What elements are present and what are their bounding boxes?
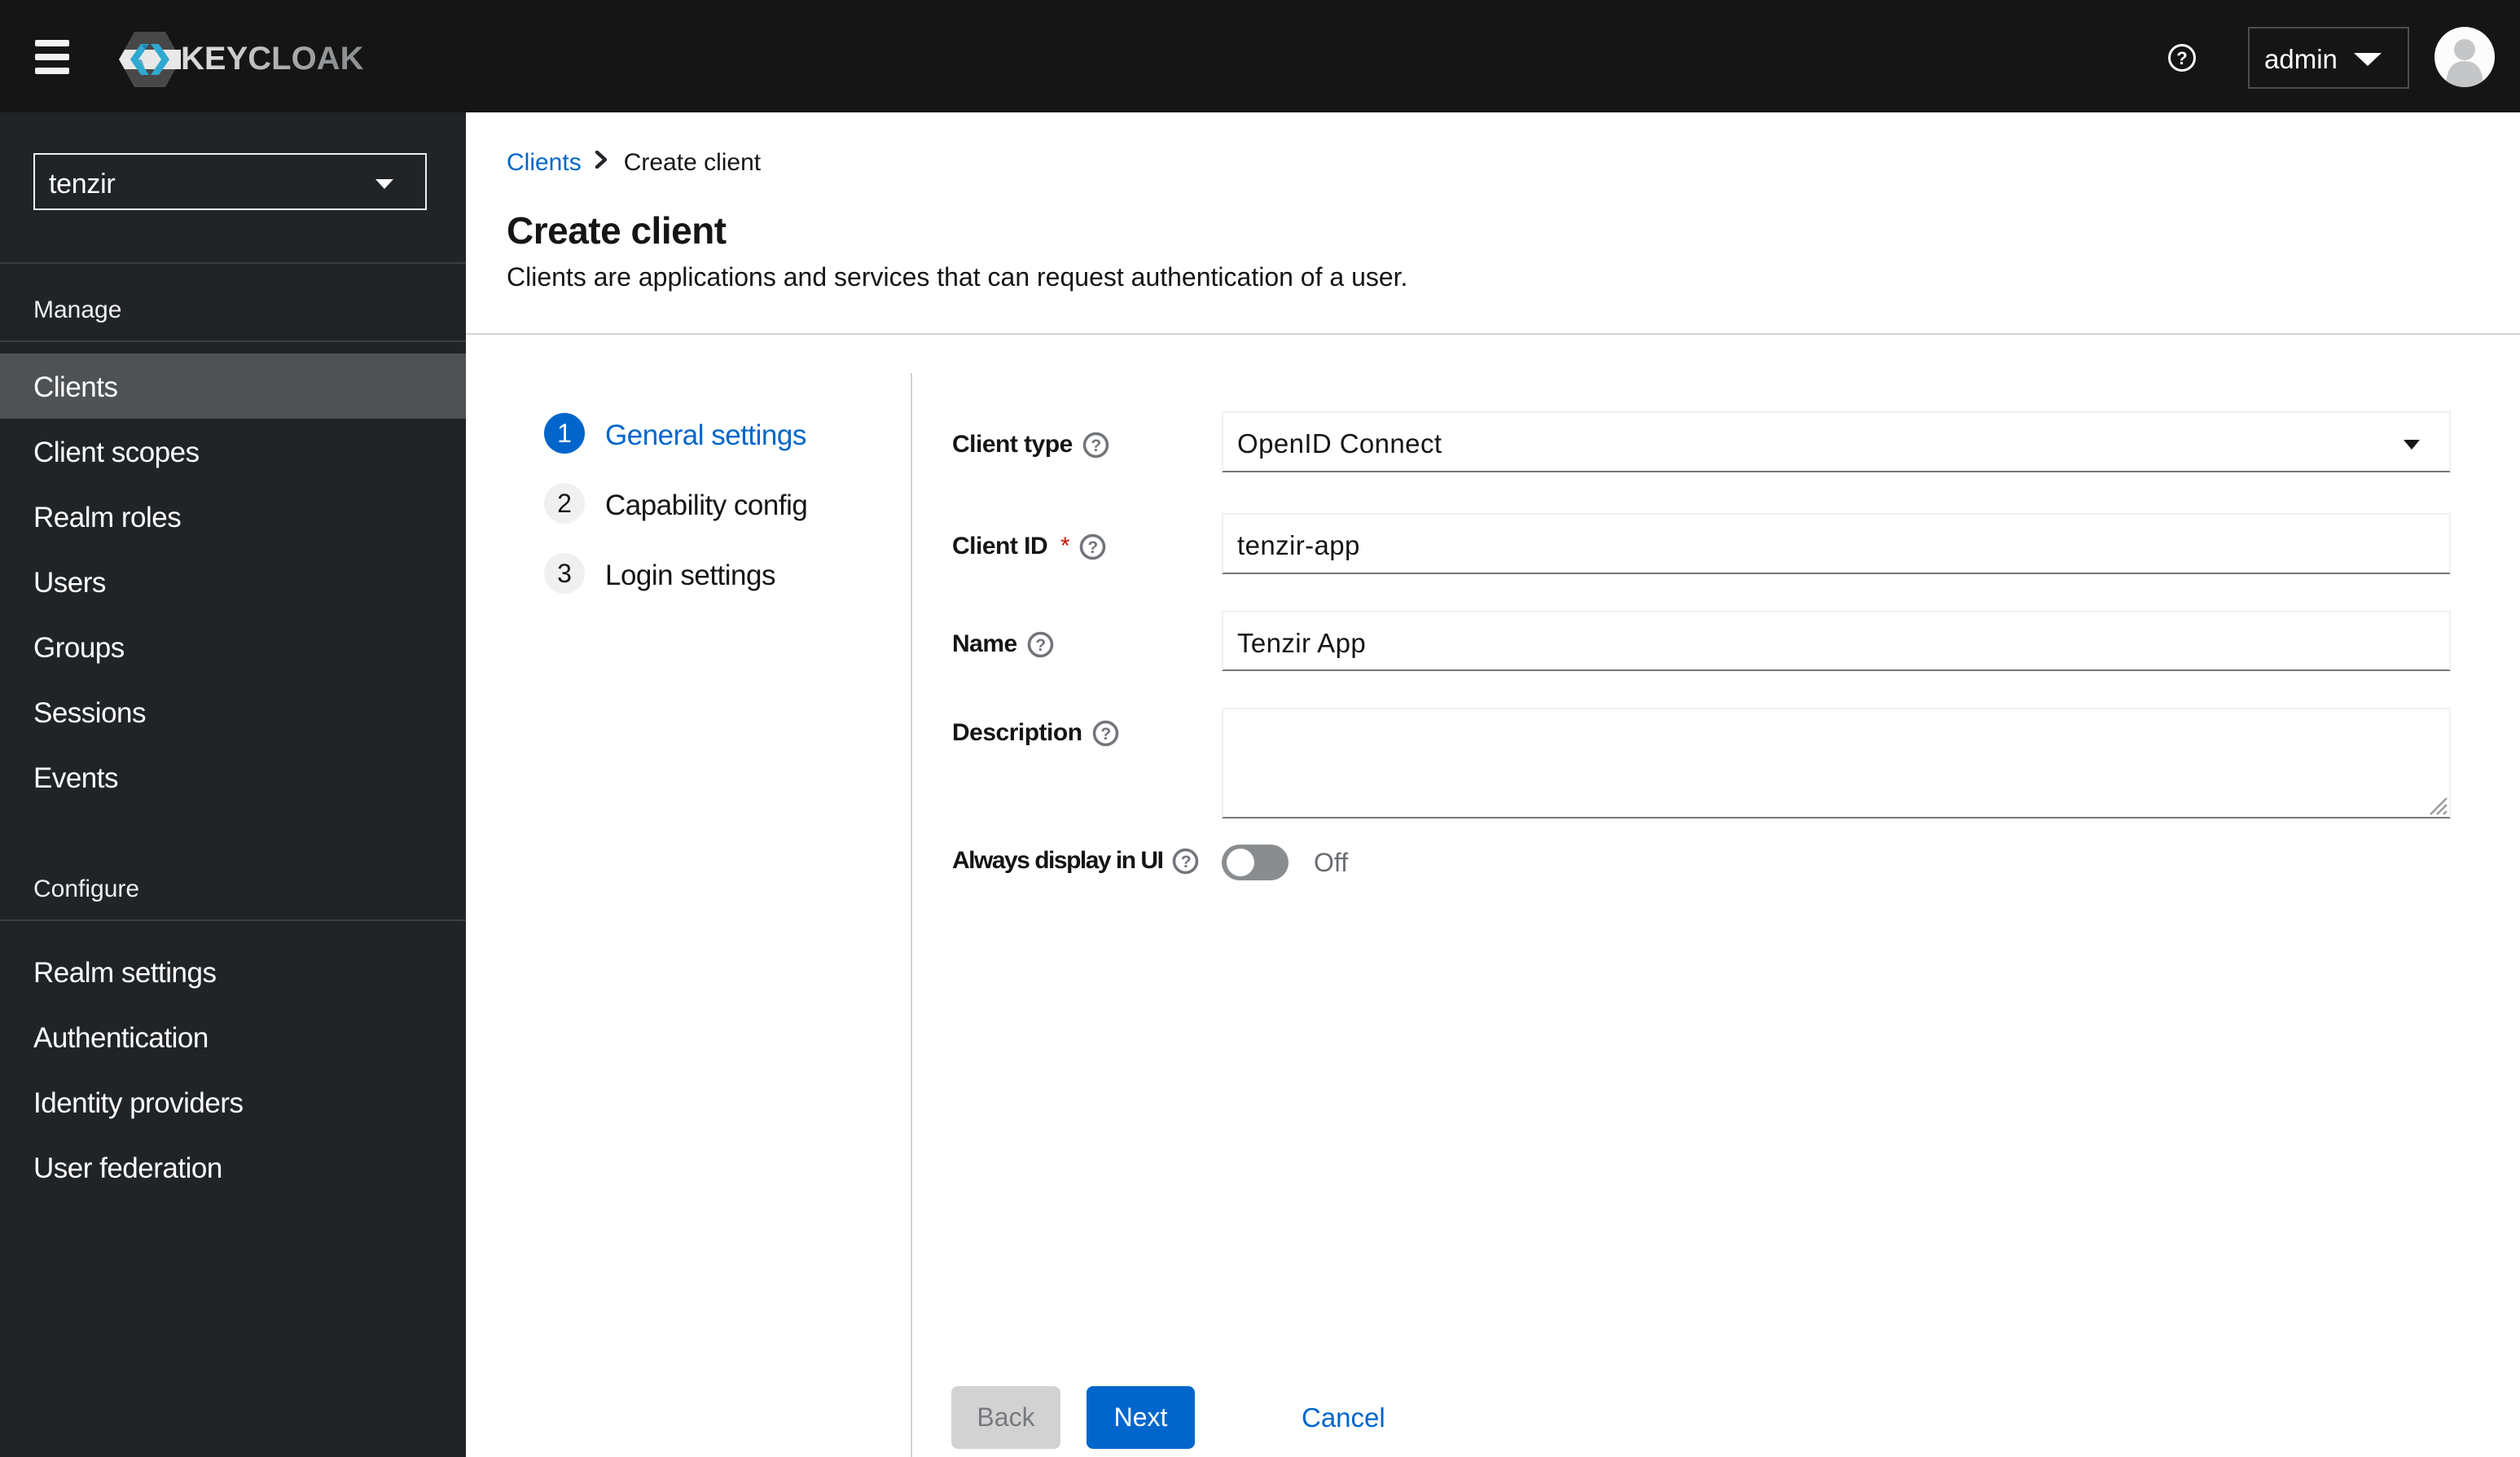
svg-text:?: ? (1181, 853, 1191, 871)
svg-text:?: ? (1035, 636, 1045, 655)
svg-text:?: ? (1100, 725, 1110, 744)
svg-text:?: ? (2176, 48, 2187, 68)
svg-text:?: ? (1091, 437, 1100, 455)
svg-text:?: ? (1087, 538, 1097, 557)
